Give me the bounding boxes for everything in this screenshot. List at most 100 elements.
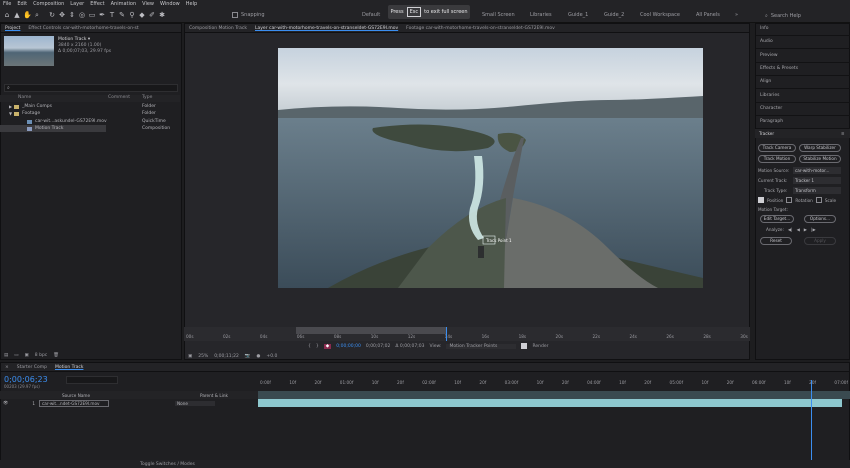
menu-item-animation[interactable]: Animation [111, 1, 137, 7]
interpret-footage-icon[interactable]: ▤ [4, 353, 8, 358]
render-checkbox[interactable] [521, 343, 528, 349]
eraser-tool-icon[interactable]: ◆ [138, 11, 146, 19]
tab-footage[interactable]: Footage car-with-motorhome-travels-on-st… [406, 26, 555, 31]
magnification-select[interactable]: 25% [198, 354, 208, 359]
rotation-checkbox[interactable] [786, 197, 793, 203]
roto-brush-tool-icon[interactable]: ✐ [148, 11, 156, 19]
options-button[interactable]: Options... [804, 215, 836, 223]
panel-audio[interactable]: Audio [760, 39, 773, 44]
panel-effects-presets[interactable]: Effects & Presets [760, 66, 798, 71]
brush-tool-icon[interactable]: ✎ [118, 11, 126, 19]
unified-camera-tool-icon[interactable]: ✥ [58, 11, 66, 19]
trash-icon[interactable]: 🗑 [53, 353, 59, 358]
chevron-right-icon[interactable]: ▶ [9, 104, 12, 109]
timeline-ruler[interactable]: 0:00f 10f 20f 01:00f 10f 20f 02:00f 10f 20f 03:00… [258, 380, 850, 389]
analyze-backward-icon[interactable]: ◀ [797, 227, 800, 232]
bpc-label[interactable]: 8 bpc [35, 353, 47, 358]
list-item[interactable]: ▶ _Main Comps Folder [0, 103, 180, 110]
layer-preview[interactable]: Track Point 1 [278, 48, 703, 288]
panel-menu-icon[interactable]: ≡ [841, 131, 845, 136]
out-time[interactable]: 0;00;07;02 [366, 344, 391, 349]
warp-stabilizer-button[interactable]: Warp Stabilizer [799, 144, 841, 152]
current-track-select[interactable]: Tracker 1 [793, 177, 841, 184]
project-search-input[interactable]: ⌕ [4, 84, 178, 92]
workspaces-overflow-icon[interactable]: » [735, 12, 738, 18]
in-marker[interactable]: ◆ [323, 343, 332, 349]
apply-button[interactable]: Apply [804, 237, 836, 245]
snapping-checkbox[interactable] [232, 12, 238, 18]
home-icon[interactable]: ⌂ [3, 11, 11, 19]
puppet-tool-icon[interactable]: ✱ [158, 11, 166, 19]
new-folder-icon[interactable]: ▭ [14, 353, 18, 358]
panel-libraries[interactable]: Libraries [760, 93, 779, 98]
track-motion-button[interactable]: Track Motion [758, 155, 796, 163]
channel-icon[interactable]: ● [256, 354, 260, 359]
exposure-value[interactable]: +0.0 [266, 354, 277, 359]
position-checkbox[interactable] [758, 197, 764, 203]
pen-tool-icon[interactable]: ✒ [98, 11, 106, 19]
table-row[interactable]: 👁 1 car-wit...ndet-GS72E9I.mov None [0, 399, 258, 407]
motion-source-select[interactable]: car-with-motor... [793, 167, 841, 174]
viewer-time-ruler[interactable]: 00s 02s 04s 06s 08s 10s 12s 14s 16s 18s 20s 22s 24s 2… [184, 327, 750, 341]
in-time[interactable]: 0;00;00;00 [336, 344, 361, 349]
panel-align[interactable]: Align [760, 79, 771, 84]
help-search-input[interactable]: Search Help [771, 13, 801, 19]
timeline-timecode[interactable]: 0;00;06;23 [4, 375, 48, 384]
snapshot-icon[interactable]: 📷 [245, 354, 251, 359]
always-preview-icon[interactable]: ▣ [188, 354, 192, 359]
view-select[interactable]: Motion Tracker Points [446, 343, 517, 349]
workspace-guide-2[interactable]: Guide_2 [604, 12, 624, 18]
col-comment[interactable]: Comment [108, 95, 142, 102]
track-type-select[interactable]: Transform [793, 187, 841, 194]
menu-item-edit[interactable]: Edit [17, 1, 27, 7]
scale-checkbox[interactable] [815, 197, 822, 203]
menu-item-effect[interactable]: Effect [90, 1, 104, 7]
panel-character[interactable]: Character [760, 106, 782, 111]
clone-stamp-tool-icon[interactable]: ⚲ [128, 11, 136, 19]
zoom-tool-icon[interactable]: ⌕ [33, 11, 41, 19]
rectangle-tool-icon[interactable]: ▭ [88, 11, 96, 19]
tab-starter-comp[interactable]: Starter Comp [17, 365, 47, 370]
tab-motion-track[interactable]: Motion Track [55, 365, 83, 370]
workspace-default[interactable]: Default [362, 12, 380, 18]
menu-item-view[interactable]: View [142, 1, 154, 7]
toggle-switches-modes[interactable]: Toggle Switches / Modes [140, 462, 195, 467]
menu-item-help[interactable]: Help [186, 1, 197, 7]
list-item[interactable]: ▼ Footage Folder [0, 110, 180, 117]
panel-info[interactable]: Info [760, 26, 769, 31]
list-item[interactable]: car-wit...askundel-GS72E9I.mov QuickTime [0, 118, 180, 125]
orbit-tool-icon[interactable]: ↻ [48, 11, 56, 19]
source-name-header[interactable]: Source Name [62, 393, 200, 398]
layer-name[interactable]: car-wit...ndet-GS72E9I.mov [39, 399, 109, 407]
reset-button[interactable]: Reset [760, 237, 792, 245]
parent-link-header[interactable]: Parent & Link [200, 393, 228, 398]
list-item-selected[interactable]: Motion Track [0, 125, 106, 132]
track-camera-button[interactable]: Track Camera [758, 144, 796, 152]
workspace-small-screen[interactable]: Small Screen [482, 12, 515, 18]
text-tool-icon[interactable]: T [108, 11, 116, 19]
parent-select[interactable]: None [175, 400, 215, 406]
menu-item-window[interactable]: Window [160, 1, 180, 7]
tab-project[interactable]: Project [5, 26, 20, 31]
analyze-forward-frame-icon[interactable]: |▶ [811, 227, 816, 232]
menu-item-file[interactable]: File [3, 1, 11, 7]
work-area-bar[interactable] [296, 327, 446, 334]
layer-duration-bar[interactable] [258, 399, 842, 407]
eye-icon[interactable]: 👁 [3, 400, 8, 406]
tab-effect-controls[interactable]: Effect Controls car-with-motorhome-trave… [28, 26, 138, 31]
analyze-forward-icon[interactable]: ▶ [804, 227, 807, 232]
help-search[interactable]: ⌕ Search Help [765, 11, 845, 20]
workspace-guide-1[interactable]: Guide_1 [568, 12, 588, 18]
edit-target-button[interactable]: Edit Target... [760, 215, 794, 223]
panel-preview[interactable]: Preview [760, 53, 778, 58]
tab-layer[interactable]: Layer car-with-motorhome-travels-on-stra… [255, 26, 398, 31]
dolly-tool-icon[interactable]: ⇕ [68, 11, 76, 19]
stabilize-motion-button[interactable]: Stabilize Motion [799, 155, 841, 163]
panel-paragraph[interactable]: Paragraph [760, 119, 783, 124]
menu-item-layer[interactable]: Layer [70, 1, 84, 7]
playhead[interactable] [811, 380, 812, 460]
new-comp-icon[interactable]: ▣ [25, 353, 29, 358]
workspace-cool[interactable]: Cool Workspace [640, 12, 680, 18]
menu-item-composition[interactable]: Composition [33, 1, 64, 7]
workspace-libraries[interactable]: Libraries [530, 12, 552, 18]
